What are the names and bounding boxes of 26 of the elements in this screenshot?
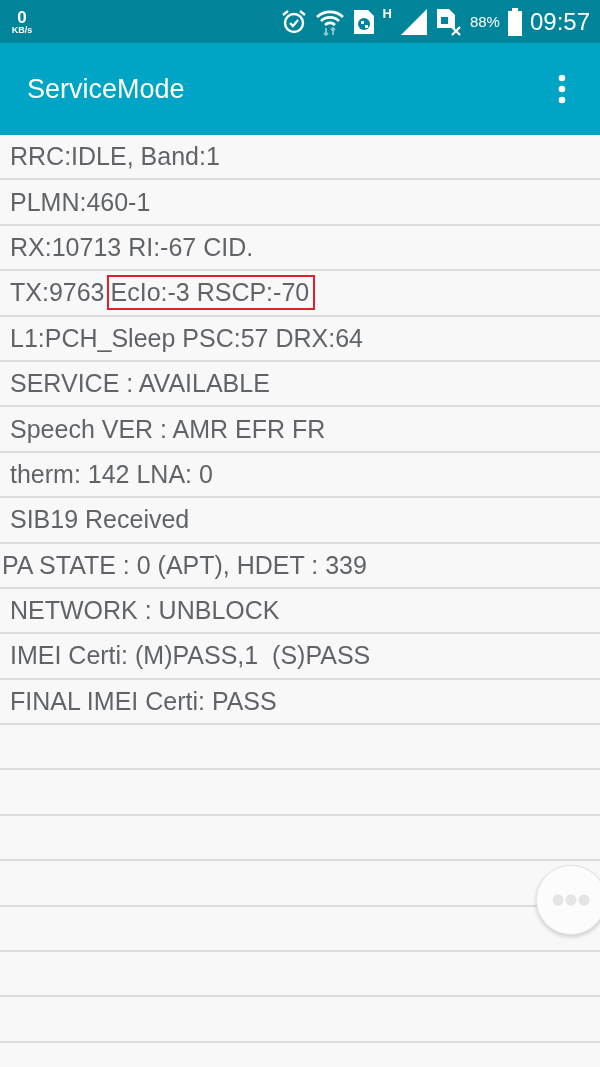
info-text: NETWORK : UNBLOCK: [9, 595, 281, 627]
info-text: IMEI Certi: (M)PASS,1 (S)PASS: [9, 640, 372, 672]
clock-time: 09:57: [529, 7, 590, 36]
network-type: H: [382, 6, 392, 21]
info-text: SERVICE : AVAILABLE: [9, 368, 271, 400]
signal-icon: [399, 7, 428, 36]
battery-percent: 88%: [469, 13, 500, 30]
info-text: RRC:IDLE, Band:1: [9, 141, 221, 173]
info-text: therm: 142 LNA: 0: [9, 458, 214, 490]
speed-unit: KB/s: [11, 25, 33, 35]
info-text: RX:10713 RI:-67 CID.: [9, 231, 255, 263]
info-text: PA STATE : 0 (APT), HDET : 339: [1, 549, 368, 581]
more-dots-icon: [552, 894, 590, 906]
info-text: Speech VER : AMR EFR FR: [9, 413, 327, 445]
sim-blocked-icon: [435, 7, 462, 36]
info-text: SIB19 Received: [9, 504, 191, 536]
battery-icon: [507, 7, 522, 36]
more-options-icon: [558, 74, 566, 104]
info-text: TX:9763: [9, 277, 106, 309]
info-text: PLMN:460-1: [9, 186, 152, 218]
alarm-clock-icon: [280, 8, 307, 35]
speed-value: 0: [17, 8, 27, 26]
info-text: L1:PCH_Sleep PSC:57 DRX:64: [9, 322, 364, 354]
info-text: FINAL IMEI Certi: PASS: [9, 685, 278, 717]
app-title: ServiceMode: [27, 73, 185, 105]
highlighted-reading: EcIo:-3 RSCP:-70: [108, 277, 314, 309]
